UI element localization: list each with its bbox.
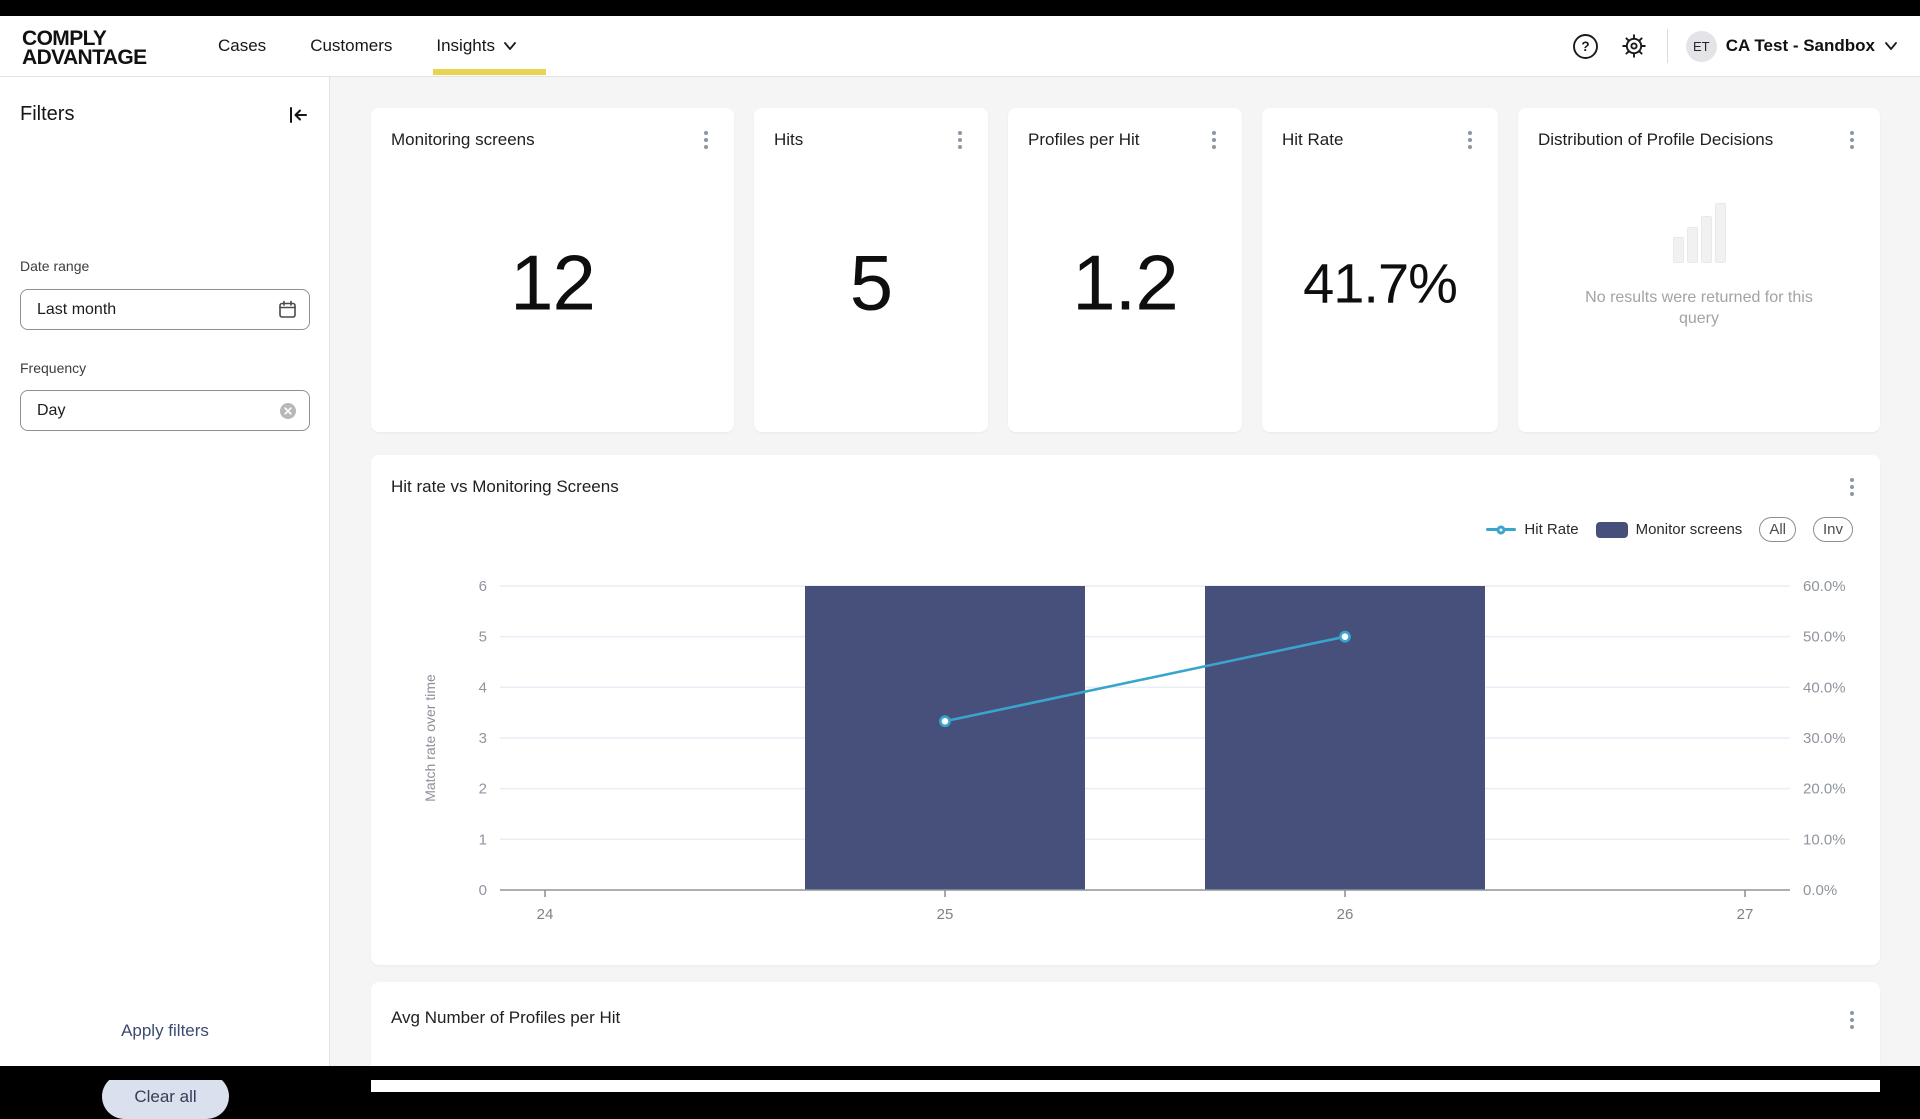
hit-rate-chart-card: Hit rate vs Monitoring Screens Hit Rate … — [371, 455, 1880, 965]
svg-text:0: 0 — [479, 882, 487, 899]
stat-card-hit-rate: Hit Rate 41.7% — [1262, 108, 1498, 432]
filters-sidebar: Filters Date range Last month Frequency — [0, 77, 330, 1119]
collapse-sidebar-icon[interactable] — [287, 105, 309, 125]
stat-card-title: Hit Rate — [1282, 130, 1344, 149]
svg-text:50.0%: 50.0% — [1803, 629, 1846, 646]
active-tab-underline — [433, 69, 546, 75]
hit-rate-vs-monitoring-screens-chart[interactable]: 01234560.0%10.0%20.0%30.0%40.0%50.0%60.0… — [371, 455, 1880, 965]
gear-icon — [1622, 34, 1646, 58]
stats-row: Monitoring screens 12 Hits 5 Profiles pe… — [371, 108, 1880, 432]
svg-text:0.0%: 0.0% — [1803, 882, 1837, 899]
chevron-down-icon — [504, 42, 516, 50]
header-divider — [1666, 29, 1668, 63]
empty-state-message: No results were returned for this query — [1585, 289, 1813, 327]
stat-card-title: Hits — [774, 130, 804, 149]
stat-card-title: Distribution of Profile Decisions — [1538, 130, 1774, 149]
apply-filters-link[interactable]: Apply filters — [0, 1021, 330, 1041]
card-title: Avg Number of Profiles per Hit — [391, 1008, 621, 1027]
svg-text:25: 25 — [937, 906, 954, 923]
frequency-label: Frequency — [20, 360, 87, 376]
stat-value: 5 — [849, 238, 893, 327]
svg-text:60.0%: 60.0% — [1803, 578, 1846, 595]
settings-button[interactable] — [1619, 31, 1649, 61]
svg-text:27: 27 — [1737, 906, 1754, 923]
filters-title: Filters — [20, 103, 75, 125]
kebab-menu-button[interactable] — [1838, 1006, 1866, 1034]
avatar: ET — [1685, 30, 1717, 62]
stat-card-title: Monitoring screens — [391, 130, 535, 149]
chevron-down-icon — [1885, 42, 1897, 50]
stat-value: 41.7% — [1303, 251, 1458, 315]
date-range-input[interactable]: Last month — [20, 289, 310, 330]
kebab-menu-button[interactable] — [1456, 126, 1484, 154]
stat-card-profile-decisions: Distribution of Profile Decisions No res… — [1518, 108, 1880, 432]
svg-text:Match rate over time: Match rate over time — [422, 674, 438, 802]
kebab-menu-button[interactable] — [1838, 126, 1866, 154]
help-button[interactable]: ? — [1571, 31, 1601, 61]
avatar-initials: ET — [1692, 38, 1710, 54]
top-letterbox — [0, 0, 1920, 16]
svg-text:5: 5 — [479, 629, 487, 646]
svg-text:3: 3 — [479, 730, 487, 747]
svg-text:?: ? — [1582, 39, 1590, 54]
nav-item-customers[interactable]: Customers — [310, 36, 392, 56]
date-range-label: Date range — [20, 258, 90, 274]
bottom-letterbox — [0, 1066, 1920, 1080]
stat-card-title: Profiles per Hit — [1028, 130, 1140, 149]
kebab-icon — [1850, 1018, 1854, 1022]
svg-text:2: 2 — [479, 781, 487, 798]
nav-item-cases[interactable]: Cases — [218, 36, 266, 56]
nav-item-insights-label: Insights — [436, 36, 495, 55]
nav-item-customers-label: Customers — [310, 36, 393, 55]
svg-text:24: 24 — [537, 906, 554, 923]
svg-text:30.0%: 30.0% — [1803, 730, 1846, 747]
kebab-icon — [1212, 138, 1216, 142]
kebab-menu-button[interactable] — [692, 126, 720, 154]
clear-all-button[interactable]: Clear all — [102, 1074, 229, 1119]
primary-nav: Cases Customers Insights — [218, 16, 517, 76]
svg-text:4: 4 — [479, 679, 487, 696]
date-range-value: Last month — [37, 300, 117, 318]
svg-text:20.0%: 20.0% — [1803, 781, 1846, 798]
svg-text:1: 1 — [479, 831, 487, 848]
kebab-icon — [1850, 138, 1854, 142]
stat-card-hits: Hits 5 — [754, 108, 988, 432]
svg-text:6: 6 — [479, 578, 487, 595]
frequency-value: Day — [37, 401, 66, 419]
kebab-menu-button[interactable] — [946, 126, 974, 154]
ascending-bars-icon — [1672, 203, 1726, 263]
account-menu[interactable]: ET CA Test - Sandbox — [1685, 30, 1898, 62]
stat-card-profiles-per-hit: Profiles per Hit 1.2 — [1008, 108, 1242, 432]
stat-card-monitoring-screens: Monitoring screens 12 — [371, 108, 734, 432]
stat-value: 12 — [510, 238, 596, 327]
nav-item-insights[interactable]: Insights — [436, 36, 517, 56]
svg-text:40.0%: 40.0% — [1803, 679, 1846, 696]
account-name: CA Test - Sandbox — [1725, 36, 1875, 55]
top-navigation-bar: COMPLY ADVANTAGE Cases Customers Insight… — [0, 16, 1920, 77]
kebab-icon — [704, 138, 708, 142]
empty-state: No results were returned for this query — [1518, 203, 1880, 329]
svg-text:10.0%: 10.0% — [1803, 831, 1846, 848]
svg-text:26: 26 — [1337, 906, 1354, 923]
stat-value: 1.2 — [1072, 238, 1178, 327]
kebab-icon — [958, 138, 962, 142]
comply-advantage-logo[interactable]: COMPLY ADVANTAGE — [22, 28, 147, 69]
frequency-input[interactable]: Day — [20, 390, 310, 431]
logo-line-2: ADVANTAGE — [22, 46, 147, 69]
kebab-icon — [1468, 138, 1472, 142]
clear-circle-icon[interactable] — [279, 402, 297, 420]
nav-item-cases-label: Cases — [218, 36, 267, 55]
kebab-menu-button[interactable] — [1200, 126, 1228, 154]
header-actions: ? ET CA Test - Sandbox — [1571, 16, 1898, 76]
app-root: COMPLY ADVANTAGE Cases Customers Insight… — [0, 0, 1920, 1119]
question-circle-icon: ? — [1573, 33, 1599, 59]
calendar-icon — [279, 300, 296, 318]
